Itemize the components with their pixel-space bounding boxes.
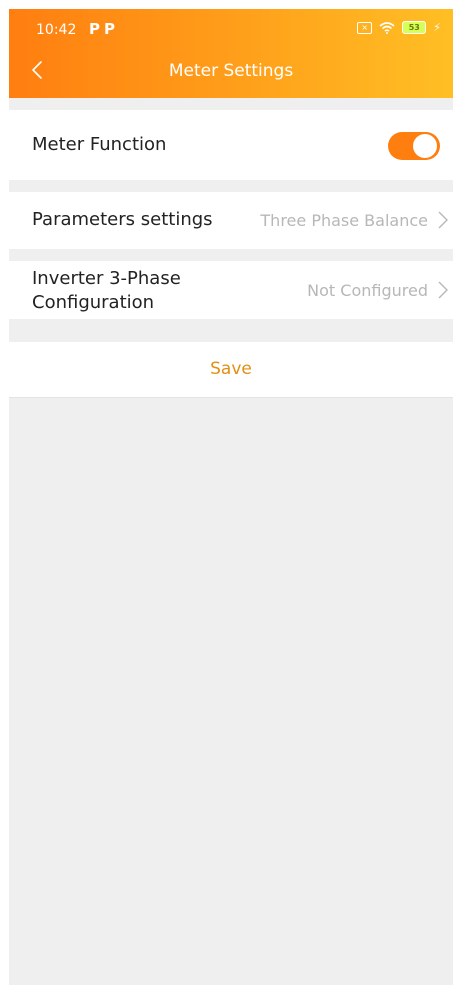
charging-icon: ⚡	[433, 21, 441, 34]
inverter-configuration-value: Not Configured	[307, 281, 428, 300]
inverter-configuration-row[interactable]: Inverter 3-Phase Configuration Not Confi…	[9, 261, 453, 319]
meter-function-label: Meter Function	[32, 134, 167, 155]
chevron-right-icon	[438, 211, 448, 229]
meter-function-toggle[interactable]	[388, 132, 440, 160]
save-button[interactable]: Save	[9, 359, 453, 379]
notification-p-icon: P	[89, 20, 100, 38]
save-row: Save	[9, 342, 453, 398]
battery-icon: 53	[402, 21, 427, 34]
status-icons: × 53 ⚡	[357, 21, 441, 34]
chevron-right-icon	[438, 281, 448, 299]
app-header: 10:42 P P × 53 ⚡ Meter Settings	[9, 9, 453, 98]
app-screen: 10:42 P P × 53 ⚡ Meter Settings Meter Fu…	[9, 9, 453, 985]
toggle-knob	[413, 134, 437, 158]
status-time: 10:42	[36, 22, 77, 38]
page-title: Meter Settings	[168, 61, 294, 81]
inverter-label-line2: Configuration	[32, 292, 155, 313]
parameters-settings-row[interactable]: Parameters settings Three Phase Balance	[9, 192, 453, 249]
parameters-settings-label: Parameters settings	[32, 209, 213, 230]
parameters-settings-value: Three Phase Balance	[260, 211, 428, 230]
inverter-configuration-label: Inverter 3-Phase Configuration	[32, 267, 181, 315]
wifi-icon	[379, 21, 395, 34]
no-sim-icon: ×	[357, 21, 373, 34]
inverter-label-line1: Inverter 3-Phase	[32, 268, 181, 289]
meter-function-row: Meter Function	[9, 110, 453, 180]
notification-p-icon: P	[104, 20, 115, 38]
